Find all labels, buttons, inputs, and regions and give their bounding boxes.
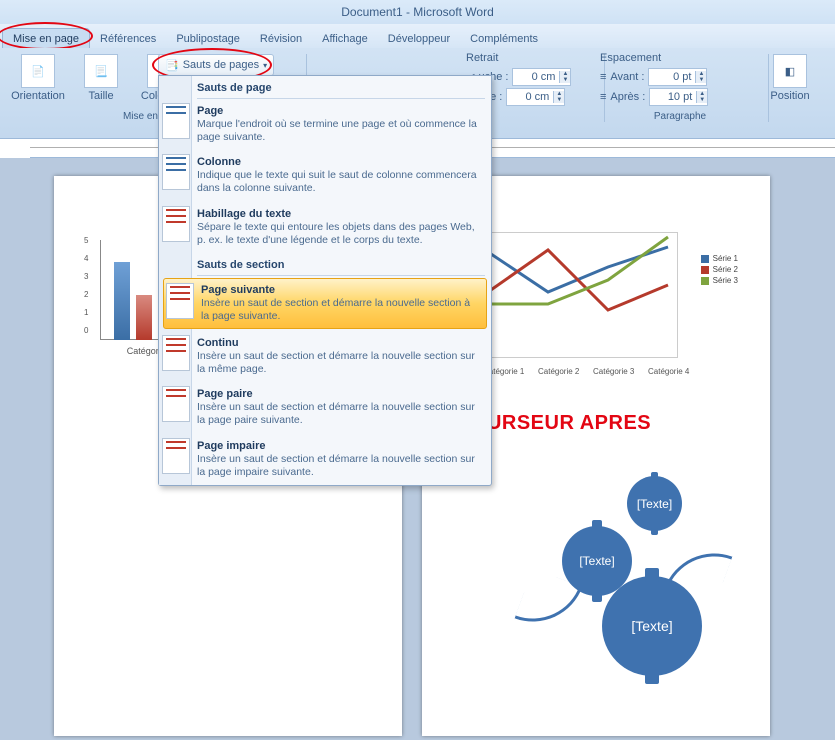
- spacing-before-icon: ≡: [600, 71, 606, 83]
- menu-item-title: Page paire: [197, 388, 481, 400]
- menu-item-colonne[interactable]: Colonne Indique que le texte qui suit le…: [159, 150, 491, 201]
- column-break-item-icon: [162, 154, 190, 190]
- line-chart-legend: Série 1 Série 2 Série 3: [701, 252, 738, 287]
- orientation-icon: 📄: [21, 54, 55, 88]
- legend-entry: Série 1: [713, 254, 738, 263]
- text-wrap-break-item-icon: [162, 206, 190, 242]
- taille-label: Taille: [89, 90, 114, 102]
- espacement-apres-spinner[interactable]: 10 pt ▲▼: [649, 88, 708, 106]
- legend-entry: Série 2: [713, 265, 738, 274]
- espacement-title: Espacement: [600, 52, 661, 64]
- next-page-section-icon: [166, 283, 194, 319]
- espacement-apres-value: 10 pt: [650, 91, 696, 103]
- menu-item-page-paire[interactable]: Page paire Insère un saut de section et …: [159, 382, 491, 433]
- spin-down-icon[interactable]: ▼: [696, 77, 706, 83]
- ytick: 0: [84, 326, 88, 335]
- ribbon-group-espacement: Espacement ≡ Avant : 0 pt ▲▼ ≡ Après : 1…: [592, 54, 769, 122]
- menu-item-desc: Indique que le texte qui suit le saut de…: [197, 169, 481, 195]
- menu-item-habillage[interactable]: Habillage du texte Sépare le texte qui e…: [159, 202, 491, 253]
- menu-item-title: Continu: [197, 337, 481, 349]
- smartart-gears: [Texte] [Texte] [Texte]: [512, 466, 732, 696]
- espacement-avant-value: 0 pt: [649, 71, 695, 83]
- gear-label: [Texte]: [631, 618, 672, 634]
- menu-item-title: Page suivante: [201, 284, 477, 296]
- page-break-icon: 📑: [165, 59, 179, 72]
- retrait-droite-value: 0 cm: [507, 91, 553, 103]
- sauts-de-pages-menu: Sauts de page Page Marque l'endroit où s…: [158, 75, 492, 486]
- tab-affichage[interactable]: Affichage: [312, 29, 378, 48]
- ytick: 5: [84, 236, 88, 245]
- menu-section-sauts-de-section: Sauts de section: [159, 253, 491, 275]
- taille-icon: 📃: [84, 54, 118, 88]
- gear-label: [Texte]: [637, 497, 672, 511]
- menu-item-page-impaire[interactable]: Page impaire Insère un saut de section e…: [159, 434, 491, 485]
- tab-revision[interactable]: Révision: [250, 29, 312, 48]
- page-break-item-icon: [162, 103, 190, 139]
- menu-item-desc: Insère un saut de section et démarre la …: [201, 297, 477, 323]
- tab-developpeur[interactable]: Développeur: [378, 29, 460, 48]
- spin-down-icon[interactable]: ▼: [554, 97, 564, 103]
- sauts-de-pages-label: Sauts de pages: [183, 59, 259, 71]
- menu-item-page-suivante[interactable]: Page suivante Insère un saut de section …: [163, 278, 487, 329]
- espacement-avant-spinner[interactable]: 0 pt ▲▼: [648, 68, 707, 86]
- ytick: 3: [84, 272, 88, 281]
- spacing-after-icon: ≡: [600, 91, 606, 103]
- even-page-section-icon: [162, 386, 190, 422]
- position-label: Position: [770, 90, 809, 102]
- retrait-title: Retrait: [466, 52, 498, 64]
- ribbon: 📄 Orientation 📃 Taille ▥ Colonnes Mise e…: [0, 48, 835, 139]
- tab-references[interactable]: Références: [90, 29, 166, 48]
- ytick: 4: [84, 254, 88, 263]
- espacement-avant-label: Avant :: [610, 71, 644, 83]
- line-chart-svg: [478, 232, 678, 358]
- spin-down-icon[interactable]: ▼: [560, 77, 570, 83]
- espacement-apres-label: Après :: [610, 91, 645, 103]
- window-title: Document1 - Microsoft Word: [341, 5, 494, 19]
- tab-mise-en-page[interactable]: Mise en page: [2, 28, 90, 48]
- legend-entry: Série 3: [713, 276, 738, 285]
- position-icon: ◧: [773, 54, 807, 88]
- chevron-down-icon: ▾: [263, 61, 267, 70]
- menu-item-page[interactable]: Page Marque l'endroit où se termine une …: [159, 99, 491, 150]
- bar-serie1: [114, 262, 130, 340]
- group-label-paragraphe: Paragraphe: [592, 111, 768, 122]
- menu-item-desc: Sépare le texte qui entoure les objets d…: [197, 221, 481, 247]
- tab-publipostage[interactable]: Publipostage: [166, 29, 250, 48]
- menu-item-desc: Insère un saut de section et démarre la …: [197, 350, 481, 376]
- spin-down-icon[interactable]: ▼: [697, 97, 707, 103]
- menu-item-continu[interactable]: Continu Insère un saut de section et dém…: [159, 331, 491, 382]
- continuous-section-icon: [162, 335, 190, 371]
- xcat: Catégorie 4: [648, 367, 689, 376]
- menu-item-title: Colonne: [197, 156, 481, 168]
- gear-big: [Texte]: [602, 576, 702, 676]
- menu-item-desc: Marque l'endroit où se termine une page …: [197, 118, 481, 144]
- sauts-de-pages-button[interactable]: 📑 Sauts de pages ▾: [158, 54, 274, 76]
- menu-section-sauts-de-page: Sauts de page: [159, 76, 491, 98]
- xcat: Catégorie 3: [593, 367, 634, 376]
- ytick: 2: [84, 290, 88, 299]
- bar-serie2: [136, 295, 152, 340]
- gear-label: [Texte]: [579, 554, 614, 568]
- taille-button[interactable]: 📃 Taille: [73, 54, 129, 102]
- menu-item-title: Page impaire: [197, 440, 481, 452]
- annotation-curseur-apres: CURSEUR APRES: [472, 412, 651, 435]
- xcat: Catégorie 2: [538, 367, 579, 376]
- orientation-button[interactable]: 📄 Orientation: [10, 54, 66, 102]
- tab-complements[interactable]: Compléments: [460, 29, 548, 48]
- gear-small: [Texte]: [627, 476, 682, 531]
- odd-page-section-icon: [162, 438, 190, 474]
- orientation-label: Orientation: [11, 90, 65, 102]
- menu-item-title: Habillage du texte: [197, 208, 481, 220]
- ribbon-tabs: Mise en page Références Publipostage Rév…: [0, 24, 835, 48]
- retrait-gauche-value: 0 cm: [513, 71, 559, 83]
- position-button[interactable]: ◧ Position: [770, 54, 810, 102]
- ribbon-group-organiser: ◧ Position: [760, 54, 835, 122]
- menu-item-title: Page: [197, 105, 481, 117]
- ytick: 1: [84, 308, 88, 317]
- menu-item-desc: Insère un saut de section et démarre la …: [197, 401, 481, 427]
- menu-item-desc: Insère un saut de section et démarre la …: [197, 453, 481, 479]
- retrait-droite-spinner[interactable]: 0 cm ▲▼: [506, 88, 565, 106]
- retrait-gauche-spinner[interactable]: 0 cm ▲▼: [512, 68, 571, 86]
- window-titlebar: Document1 - Microsoft Word: [0, 0, 835, 24]
